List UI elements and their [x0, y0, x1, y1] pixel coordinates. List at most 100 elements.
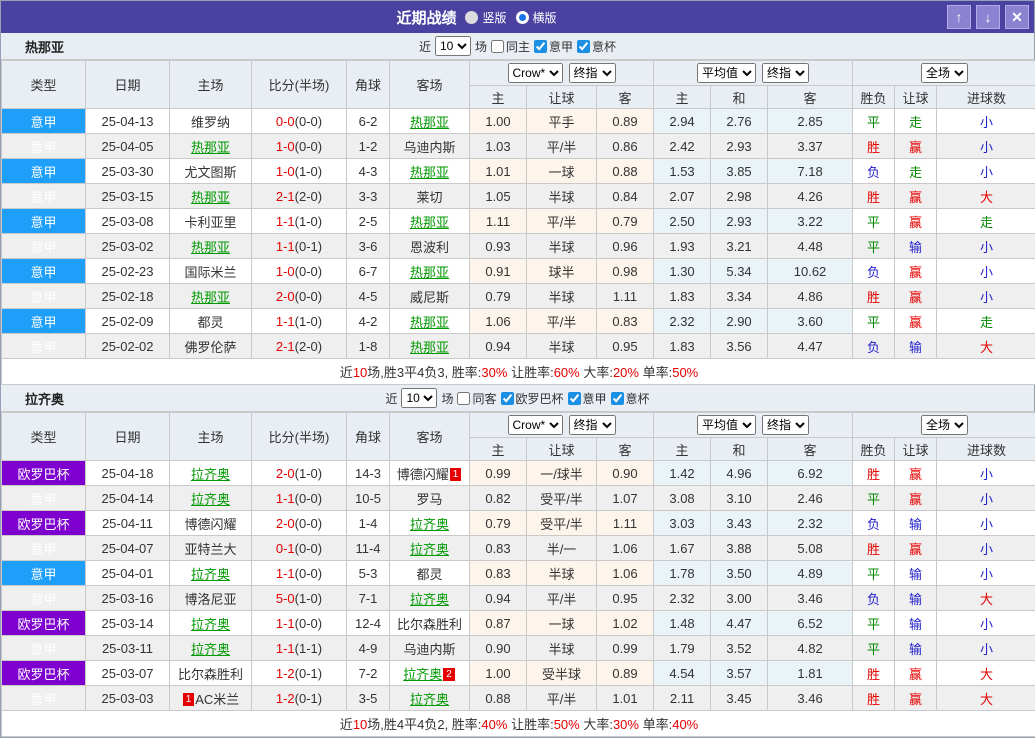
- team-link[interactable]: 博洛尼亚: [184, 592, 236, 607]
- team-link[interactable]: 热那亚: [410, 215, 449, 230]
- move-down-button[interactable]: ↓: [976, 5, 1000, 29]
- team-link[interactable]: 拉齐奥: [191, 567, 230, 582]
- filter-bar: 近 10 场 同主 意甲 意杯: [419, 36, 616, 56]
- table-row: 意甲 25-02-02 佛罗伦萨 2-1(2-0) 1-8 热那亚 0.94 半…: [1, 333, 1035, 359]
- full-match-select[interactable]: 全场: [921, 415, 969, 435]
- team-link[interactable]: 比尔森胜利: [397, 617, 462, 632]
- radio-portrait-icon[interactable]: [465, 10, 479, 24]
- average-stage-select[interactable]: 终指: [762, 63, 810, 83]
- team-link[interactable]: 维罗纳: [191, 115, 230, 130]
- team-link[interactable]: 威尼斯: [410, 290, 449, 305]
- checkbox-input[interactable]: [567, 391, 581, 405]
- filter-checkbox-欧罗巴杯[interactable]: 欧罗巴杯: [500, 390, 564, 407]
- avg-home-odds: 1.30: [653, 258, 712, 284]
- score-cell: 1-0(0-0): [251, 133, 347, 159]
- filter-checkbox-意杯[interactable]: 意杯: [577, 38, 616, 55]
- team-link[interactable]: AC米兰: [195, 692, 239, 707]
- odds-home: 1.00: [469, 660, 527, 686]
- team-link[interactable]: 博德闪耀: [184, 517, 236, 532]
- team-link[interactable]: 拉齐奥: [403, 667, 442, 682]
- team-link[interactable]: 拉齐奥: [191, 642, 230, 657]
- move-up-button[interactable]: ↑: [947, 5, 971, 29]
- checkbox-input[interactable]: [457, 391, 471, 405]
- odds-handicap-line: 半球: [526, 283, 597, 309]
- team-link[interactable]: 热那亚: [410, 165, 449, 180]
- odds-away: 0.95: [595, 333, 655, 359]
- team-link[interactable]: 拉齐奥: [410, 542, 449, 557]
- average-select[interactable]: 平均值: [697, 63, 757, 83]
- checkbox-input[interactable]: [534, 39, 547, 53]
- team-link[interactable]: 尤文图斯: [184, 165, 236, 180]
- team-link[interactable]: 比尔森胜利: [178, 667, 243, 682]
- layout-radio-landscape[interactable]: 横版: [515, 9, 557, 26]
- team-link[interactable]: 亚特兰大: [184, 542, 236, 557]
- team-link[interactable]: 都灵: [197, 315, 223, 330]
- team-link[interactable]: 拉齐奥: [191, 467, 230, 482]
- summary-stat-value: 40%: [481, 717, 508, 732]
- team-link[interactable]: 热那亚: [410, 340, 449, 355]
- avg-home-odds: 1.83: [653, 283, 712, 309]
- result-goals: 小: [936, 635, 1035, 661]
- team-link[interactable]: 热那亚: [410, 115, 449, 130]
- filter-checkbox-意甲[interactable]: 意甲: [567, 390, 607, 407]
- team-link[interactable]: 都灵: [416, 567, 442, 582]
- team-link[interactable]: 热那亚: [191, 140, 230, 155]
- avg-draw-odds: 3.43: [710, 510, 769, 536]
- team-link[interactable]: 乌迪内斯: [403, 642, 455, 657]
- odds-company-select[interactable]: Crow*: [507, 415, 563, 435]
- radio-landscape-icon[interactable]: [515, 10, 529, 24]
- team-link[interactable]: 热那亚: [191, 240, 230, 255]
- team-link[interactable]: 佛罗伦萨: [184, 340, 236, 355]
- team-link[interactable]: 拉齐奥: [410, 692, 449, 707]
- team-link[interactable]: 热那亚: [410, 265, 449, 280]
- filter-checkbox-意杯[interactable]: 意杯: [610, 390, 650, 407]
- recent-count-select[interactable]: 10: [401, 388, 438, 408]
- score-cell: 1-0(1-0): [251, 158, 347, 184]
- odds-stage-select[interactable]: 终指: [568, 415, 616, 435]
- away-team-cell: 莱切: [389, 183, 470, 209]
- avg-away-odds: 4.48: [767, 233, 854, 259]
- team-link[interactable]: 莱切: [416, 190, 442, 205]
- filter-checkbox-同主[interactable]: 同主: [490, 38, 530, 55]
- team-link[interactable]: 拉齐奥: [410, 592, 449, 607]
- team-link[interactable]: 拉齐奥: [410, 517, 449, 532]
- team-link[interactable]: 博德闪耀: [397, 467, 449, 482]
- home-team-cell: 国际米兰: [169, 258, 252, 284]
- checkbox-input[interactable]: [577, 39, 591, 53]
- away-team-cell: 热那亚: [389, 258, 470, 284]
- team-link[interactable]: 罗马: [416, 492, 442, 507]
- average-stage-select[interactable]: 终指: [762, 415, 810, 435]
- avg-draw-odds: 3.21: [710, 233, 769, 259]
- team-link[interactable]: 恩波利: [410, 240, 449, 255]
- checkbox-input[interactable]: [490, 39, 504, 53]
- filter-checkbox-意甲[interactable]: 意甲: [534, 38, 573, 55]
- layout-radio-portrait[interactable]: 竖版: [465, 9, 507, 26]
- team-link[interactable]: 拉齐奥: [191, 492, 230, 507]
- result-goals: 小: [936, 535, 1035, 561]
- team-link[interactable]: 热那亚: [191, 290, 230, 305]
- team-link[interactable]: 乌迪内斯: [403, 140, 455, 155]
- radio-portrait-label[interactable]: 竖版: [482, 9, 506, 26]
- average-select[interactable]: 平均值: [697, 415, 757, 435]
- odds-stage-select[interactable]: 终指: [568, 63, 616, 83]
- recent-count-select[interactable]: 10: [434, 36, 471, 56]
- team-link[interactable]: 热那亚: [410, 315, 449, 330]
- result-win-draw-loss: 平: [852, 208, 896, 234]
- score-cell: 1-0(0-0): [251, 258, 347, 284]
- team-link[interactable]: 卡利亚里: [184, 215, 236, 230]
- filter-checkbox-同客[interactable]: 同客: [457, 390, 497, 407]
- full-match-select[interactable]: 全场: [921, 63, 969, 83]
- odds-away: 0.98: [595, 258, 655, 284]
- odds-away: 0.84: [595, 183, 655, 209]
- close-button[interactable]: ✕: [1005, 5, 1029, 29]
- radio-landscape-label[interactable]: 横版: [533, 9, 557, 26]
- away-team-cell: 拉齐奥 2: [389, 660, 470, 686]
- team-link[interactable]: 国际米兰: [184, 265, 236, 280]
- team-link[interactable]: 热那亚: [191, 190, 230, 205]
- avg-away-odds: 2.32: [767, 510, 854, 536]
- checkbox-input[interactable]: [610, 391, 624, 405]
- checkbox-input[interactable]: [500, 391, 514, 405]
- league-type-badge: 意甲: [1, 133, 86, 159]
- odds-company-select[interactable]: Crow*: [507, 63, 563, 83]
- team-link[interactable]: 拉齐奥: [191, 617, 230, 632]
